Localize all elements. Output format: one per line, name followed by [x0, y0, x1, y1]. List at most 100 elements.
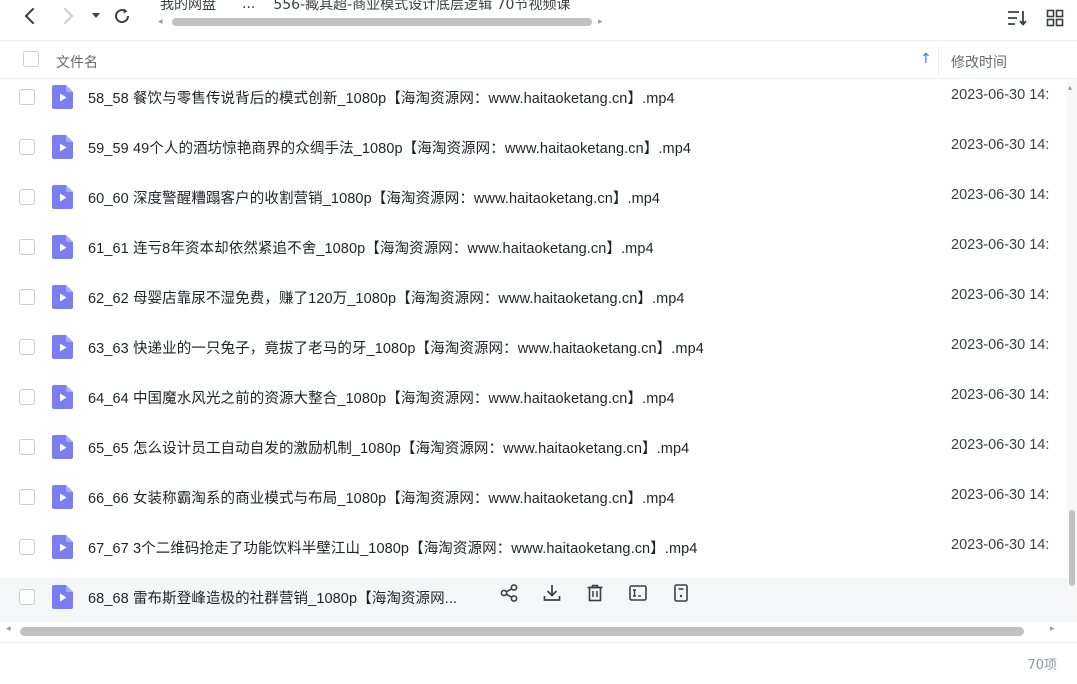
- row-checkbox[interactable]: [19, 289, 35, 305]
- sort-ascending-icon[interactable]: ↑: [920, 51, 932, 67]
- file-row[interactable]: 63_63 快递业的一只兔子，竟拔了老马的牙_1080p【海淘资源网：www.h…: [0, 328, 1067, 378]
- video-file-icon: [52, 85, 73, 109]
- file-row[interactable]: 66_66 女装称霸淘系的商业模式与布局_1080p【海淘资源网：www.hai…: [0, 478, 1067, 528]
- select-all-checkbox[interactable]: [23, 51, 39, 67]
- breadcrumb-ellipsis[interactable]: ...: [242, 0, 255, 12]
- file-list: 58_58 餐饮与零售传说背后的模式创新_1080p【海淘资源网：www.hai…: [0, 79, 1067, 622]
- breadcrumb: 我的网盘 ... 556-臧其超-商业模式设计底层逻辑 70节视频课: [160, 0, 588, 14]
- breadcrumb-scroll-thumb[interactable]: [172, 18, 592, 26]
- delete-button[interactable]: [584, 584, 606, 606]
- file-name[interactable]: 61_61 连亏8年资本却依然紧追不舍_1080p【海淘资源网：www.hait…: [88, 237, 654, 258]
- video-file-icon: [52, 385, 73, 409]
- file-row[interactable]: 58_58 餐饮与零售传说背后的模式创新_1080p【海淘资源网：www.hai…: [0, 79, 1067, 128]
- file-row[interactable]: 61_61 连亏8年资本却依然紧追不舍_1080p【海淘资源网：www.hait…: [0, 228, 1067, 278]
- file-row[interactable]: 68_68 雷布斯登峰造极的社群营销_1080p【海淘资源网...: [0, 578, 1067, 622]
- file-row[interactable]: 60_60 深度警醒糟蹋客户的收割营销_1080p【海淘资源网：www.hait…: [0, 178, 1067, 228]
- file-row[interactable]: 59_59 49个人的酒坊惊艳商界的众绸手法_1080p【海淘资源网：www.h…: [0, 128, 1067, 178]
- refresh-button[interactable]: [110, 4, 134, 28]
- file-modified-time: 2023-06-30 14:: [951, 537, 1050, 553]
- file-modified-time: 2023-06-30 14:: [951, 237, 1050, 253]
- horizontal-scrollbar[interactable]: ◂ ▸: [4, 622, 1064, 640]
- file-modified-time: 2023-06-30 14:: [951, 337, 1050, 353]
- chevron-left-icon: [24, 8, 34, 24]
- vertical-scroll-thumb[interactable]: [1069, 510, 1075, 586]
- file-modified-time: 2023-06-30 14:: [951, 487, 1050, 503]
- file-name[interactable]: 66_66 女装称霸淘系的商业模式与布局_1080p【海淘资源网：www.hai…: [88, 487, 675, 508]
- column-header-time[interactable]: 修改时间: [951, 52, 1007, 72]
- file-name[interactable]: 68_68 雷布斯登峰造极的社群营销_1080p【海淘资源网...: [88, 587, 457, 608]
- video-file-icon: [52, 235, 73, 259]
- more-button[interactable]: [670, 584, 692, 606]
- scroll-up-icon[interactable]: ▴: [1068, 83, 1072, 92]
- video-file-icon: [52, 535, 73, 559]
- chevron-right-icon: [64, 8, 74, 24]
- back-button[interactable]: [18, 4, 42, 28]
- download-button[interactable]: [541, 584, 563, 606]
- row-checkbox[interactable]: [19, 389, 35, 405]
- scroll-right-icon[interactable]: ▸: [598, 15, 603, 29]
- file-modified-time: 2023-06-30 14:: [951, 287, 1050, 303]
- horizontal-scroll-thumb[interactable]: [20, 627, 1024, 636]
- file-name[interactable]: 58_58 餐饮与零售传说背后的模式创新_1080p【海淘资源网：www.hai…: [88, 87, 675, 108]
- more-icon: [671, 583, 691, 607]
- file-name[interactable]: 59_59 49个人的酒坊惊艳商界的众绸手法_1080p【海淘资源网：www.h…: [88, 137, 691, 158]
- file-modified-time: 2023-06-30 14:: [951, 87, 1050, 103]
- file-name[interactable]: 60_60 深度警醒糟蹋客户的收割营销_1080p【海淘资源网：www.hait…: [88, 187, 660, 208]
- row-checkbox[interactable]: [19, 589, 35, 605]
- row-checkbox[interactable]: [19, 239, 35, 255]
- video-file-icon: [52, 285, 73, 309]
- file-row[interactable]: 65_65 怎么设计员工自动自发的激励机制_1080p【海淘资源网：www.ha…: [0, 428, 1067, 478]
- row-actions: [498, 584, 692, 606]
- scroll-left-icon[interactable]: ◂: [6, 624, 11, 634]
- view-mode-button[interactable]: [1043, 6, 1067, 30]
- file-name[interactable]: 67_67 3个二维码抢走了功能饮料半壁江山_1080p【海淘资源网：www.h…: [88, 537, 697, 558]
- download-icon: [542, 583, 562, 607]
- refresh-icon: [115, 8, 130, 24]
- sort-button[interactable]: [1005, 6, 1029, 30]
- column-divider[interactable]: [938, 47, 939, 74]
- row-checkbox[interactable]: [19, 439, 35, 455]
- video-file-icon: [52, 485, 73, 509]
- breadcrumb-root[interactable]: 我的网盘: [160, 0, 216, 14]
- video-file-icon: [52, 585, 73, 609]
- rename-button[interactable]: [627, 584, 649, 606]
- grid-view-icon: [1046, 9, 1064, 27]
- file-name[interactable]: 62_62 母婴店靠尿不湿免费，赚了120万_1080p【海淘资源网：www.h…: [88, 287, 685, 308]
- row-checkbox[interactable]: [19, 139, 35, 155]
- video-file-icon: [52, 435, 73, 459]
- row-checkbox[interactable]: [19, 339, 35, 355]
- breadcrumb-current: 556-臧其超-商业模式设计底层逻辑 70节视频课: [273, 0, 571, 13]
- share-button[interactable]: [498, 584, 520, 606]
- delete-icon: [585, 583, 605, 607]
- breadcrumb-scrollbar[interactable]: ◂ ▸: [158, 15, 608, 29]
- file-name[interactable]: 63_63 快递业的一只兔子，竟拔了老马的牙_1080p【海淘资源网：www.h…: [88, 337, 704, 358]
- column-header-name[interactable]: 文件名: [56, 52, 98, 72]
- file-name[interactable]: 65_65 怎么设计员工自动自发的激励机制_1080p【海淘资源网：www.ha…: [88, 437, 689, 458]
- scroll-right-icon[interactable]: ▸: [1050, 624, 1055, 634]
- file-row[interactable]: 67_67 3个二维码抢走了功能饮料半壁江山_1080p【海淘资源网：www.h…: [0, 528, 1067, 578]
- file-modified-time: 2023-06-30 14:: [951, 437, 1050, 453]
- row-checkbox[interactable]: [19, 89, 35, 105]
- footer-divider: [0, 642, 1077, 643]
- table-header: 文件名 ↑ 修改时间: [0, 40, 1077, 79]
- vertical-scrollbar[interactable]: ▴: [1067, 79, 1077, 622]
- top-toolbar: 我的网盘 ... 556-臧其超-商业模式设计底层逻辑 70节视频课 ◂ ▸: [0, 0, 1077, 40]
- scroll-left-icon[interactable]: ◂: [158, 15, 163, 29]
- history-dropdown-button[interactable]: [84, 4, 108, 28]
- file-row[interactable]: 62_62 母婴店靠尿不湿免费，赚了120万_1080p【海淘资源网：www.h…: [0, 278, 1067, 328]
- caret-down-icon: [92, 13, 100, 18]
- video-file-icon: [52, 185, 73, 209]
- forward-button[interactable]: [56, 4, 80, 28]
- row-checkbox[interactable]: [19, 539, 35, 555]
- share-icon: [499, 583, 519, 607]
- file-modified-time: 2023-06-30 14:: [951, 187, 1050, 203]
- sort-list-icon: [1008, 11, 1027, 26]
- file-row[interactable]: 64_64 中国魔水风光之前的资源大整合_1080p【海淘资源网：www.hai…: [0, 378, 1067, 428]
- item-count: 70项: [1027, 658, 1057, 673]
- row-checkbox[interactable]: [19, 489, 35, 505]
- video-file-icon: [52, 335, 73, 359]
- file-modified-time: 2023-06-30 14:: [951, 387, 1050, 403]
- file-name[interactable]: 64_64 中国魔水风光之前的资源大整合_1080p【海淘资源网：www.hai…: [88, 387, 675, 408]
- row-checkbox[interactable]: [19, 189, 35, 205]
- video-file-icon: [52, 135, 73, 159]
